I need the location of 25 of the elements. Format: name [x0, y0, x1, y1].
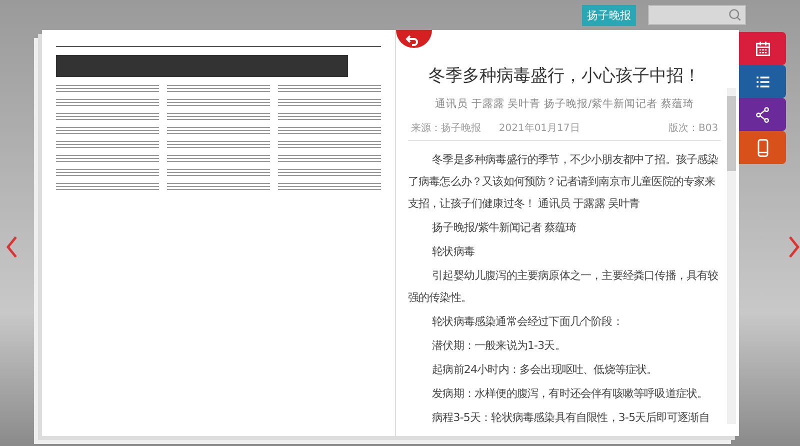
article-paragraph: 轮状病毒	[431, 244, 476, 260]
calendar-tab[interactable]	[739, 32, 786, 65]
share-tab[interactable]	[739, 98, 786, 131]
share-icon	[754, 106, 772, 124]
article-paragraph: 发病期：水样便的腹泻，有时还会伴有咳嗽等呼吸道症状。	[431, 386, 709, 402]
article-paragraph: 病程3-5天：轮状病毒感染具有自限性，3-5天后即可逐渐自	[431, 410, 710, 426]
list-tab[interactable]	[739, 65, 786, 98]
article-edition: 版次：B03	[668, 122, 718, 135]
article-paragraph: 引起婴幼儿腹泻的主要病原体之一，主要经粪口传播，具有较强的传染性。	[408, 268, 720, 306]
article-paragraph: 轮状病毒感染通常会经过下面几个阶段：	[431, 314, 624, 330]
article-paragraph: 扬子晚报/紫牛新闻记者 蔡蕴琦	[431, 220, 578, 236]
newspaper-button[interactable]: 扬子晚报	[582, 4, 636, 26]
article-paragraph: 起病前24小时内：多会出现呕吐、低烧等症状。	[431, 362, 658, 378]
scrollbar[interactable]	[727, 88, 736, 424]
phone-tab[interactable]	[739, 131, 786, 164]
article-paragraph: 冬季是多种病毒盛行的季节，不少小朋友都中了招。孩子感染了病毒怎么办？又该如何预防？记者请到南京市儿童医院的专家来支招，让孩子们健康过冬！ 通讯员 于露露 吴叶青	[408, 152, 720, 212]
calendar-icon	[754, 40, 772, 58]
newspaper-page-scan[interactable]	[42, 30, 395, 436]
search-icon[interactable]	[728, 8, 742, 22]
article-title: 冬季多种病毒盛行，小心孩子中招！	[428, 65, 702, 87]
article-source: 来源：扬子晚报	[410, 122, 481, 135]
search-field[interactable]	[648, 5, 746, 25]
article-paragraph: 潜伏期：一般来说为1-3天。	[431, 338, 566, 354]
article-byline: 通讯员 于露露 吴叶青 扬子晚报/紫牛新闻记者 蔡蕴琦	[434, 97, 695, 111]
article-date: 2021年01月17日	[498, 122, 580, 135]
